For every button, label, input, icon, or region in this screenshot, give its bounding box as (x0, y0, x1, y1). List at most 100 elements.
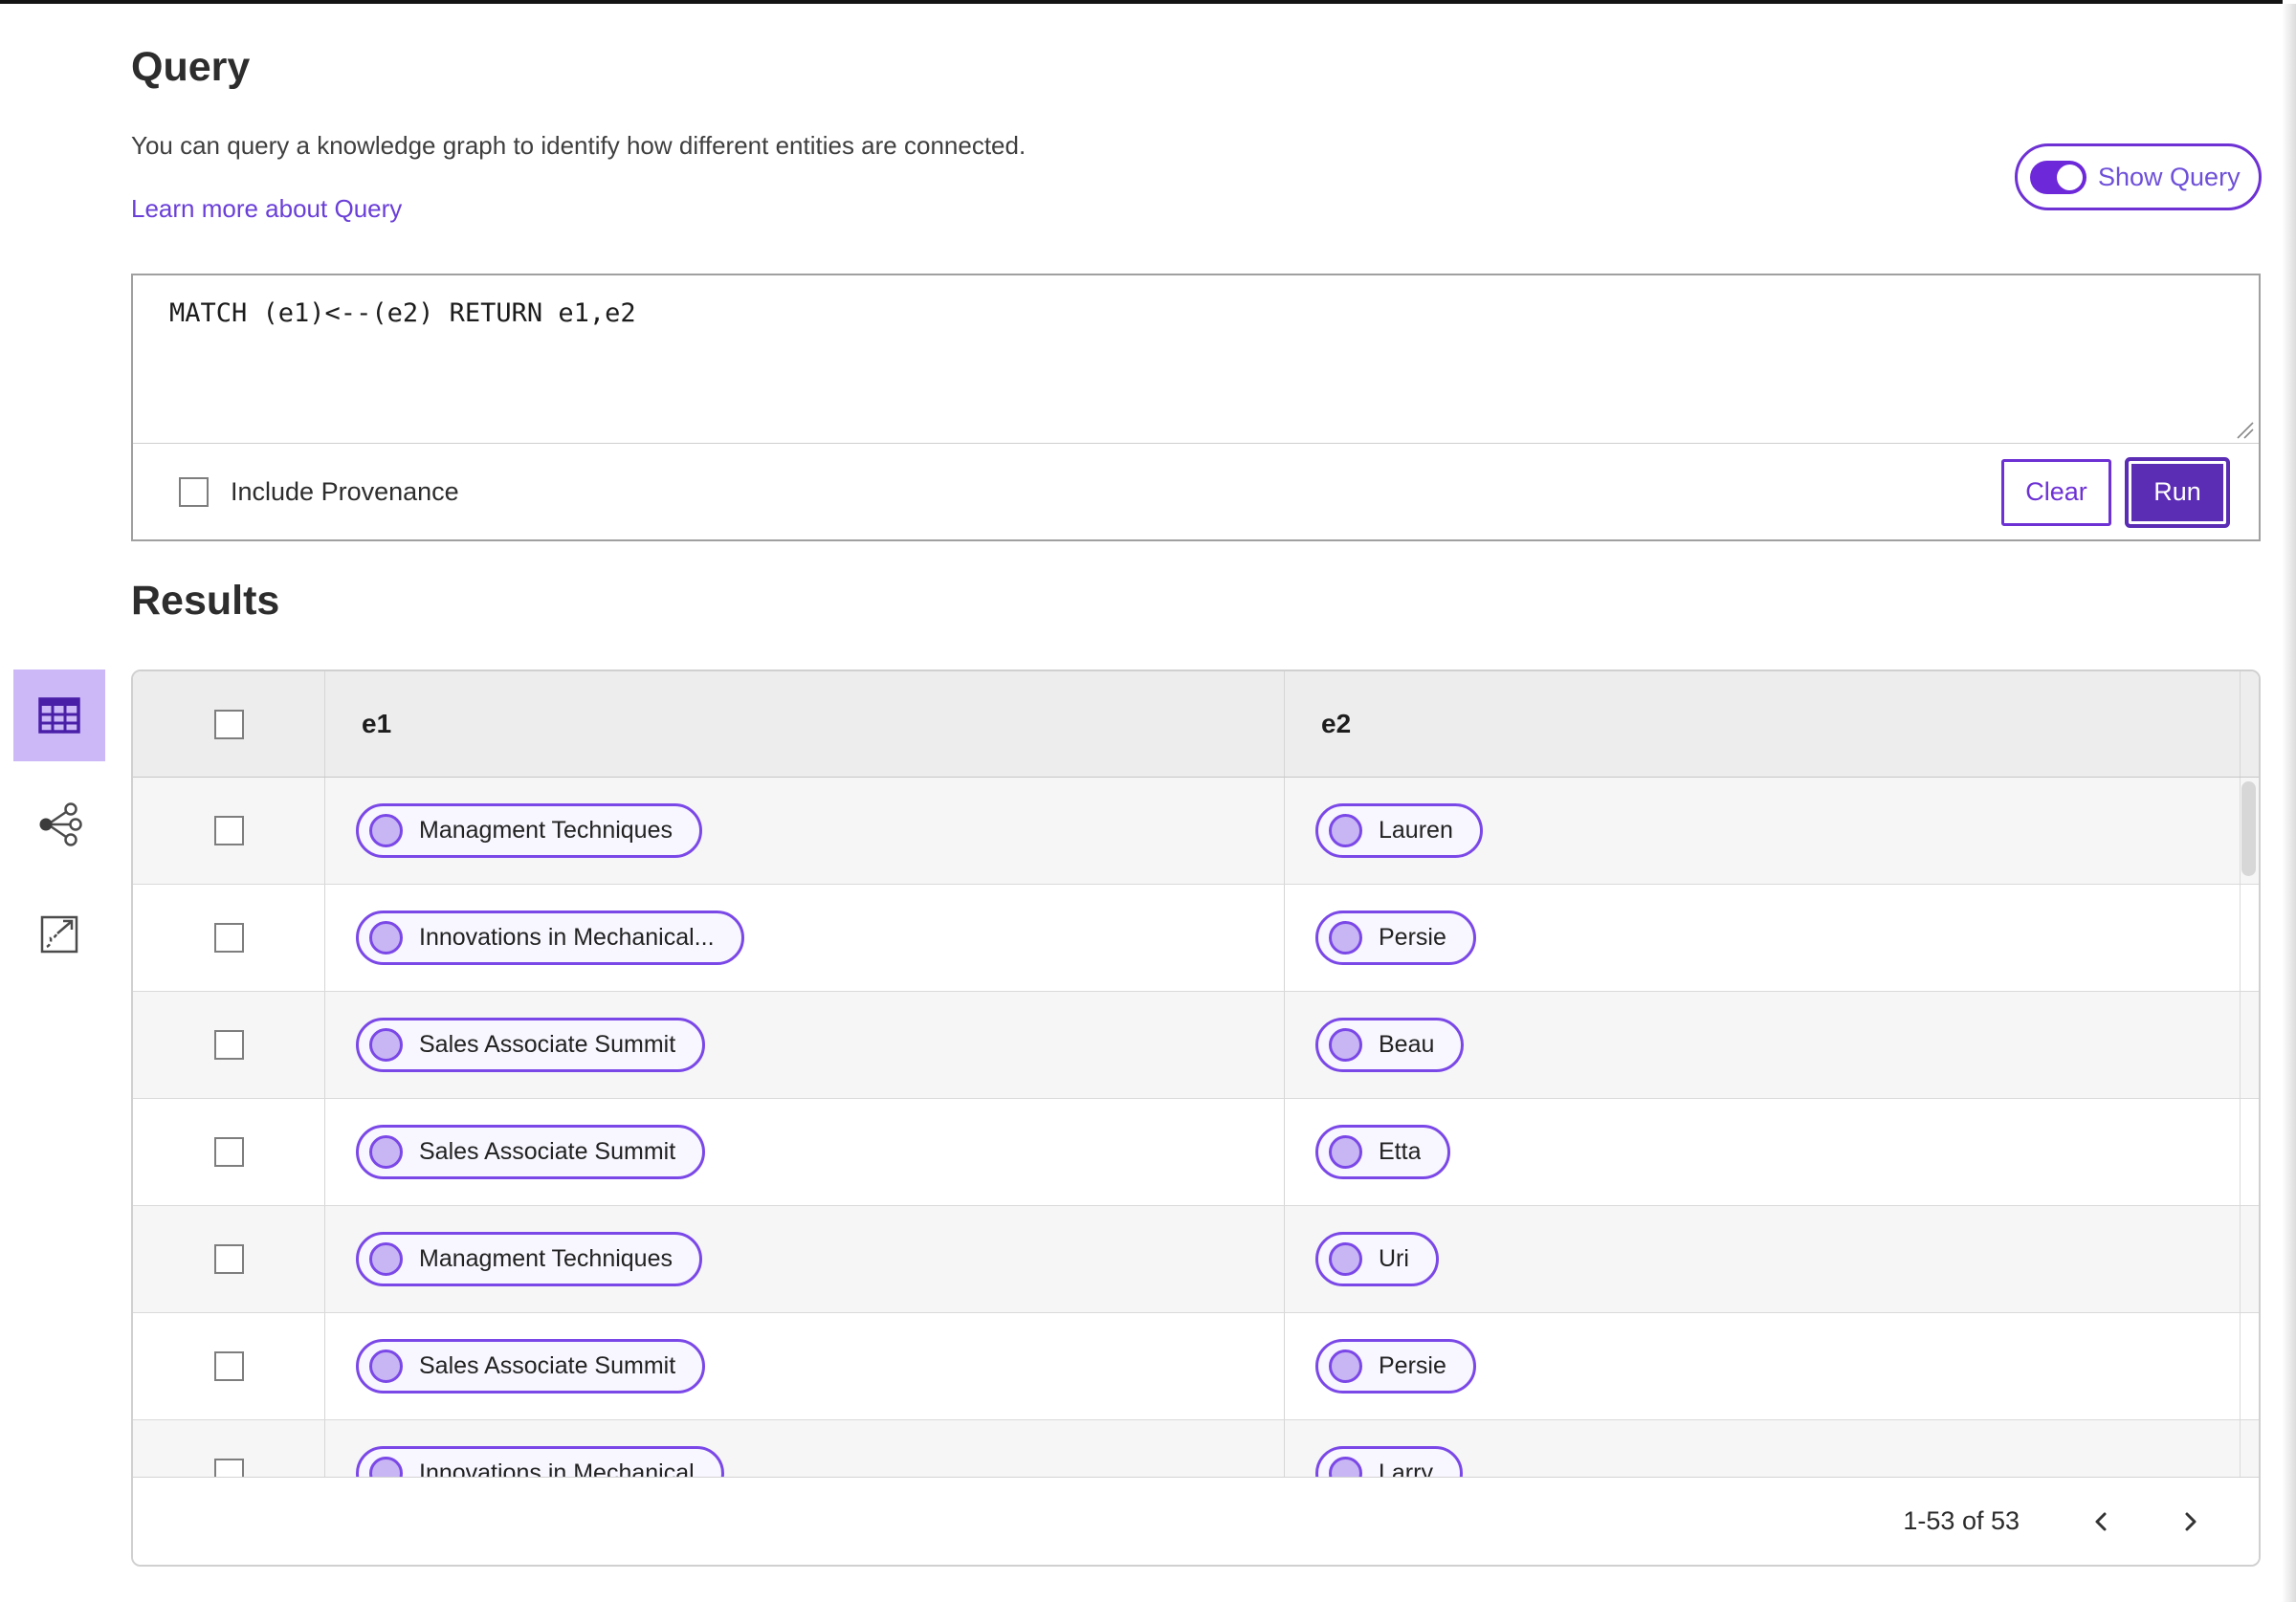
entity-dot-icon (369, 921, 403, 955)
chevron-left-icon (2095, 1512, 2107, 1530)
scrollbar-track[interactable] (2240, 1206, 2259, 1312)
query-text[interactable]: MATCH (e1)<--(e2) RETURN e1,e2 (169, 298, 636, 328)
entity-dot-icon (369, 1028, 403, 1062)
scrollbar-track[interactable] (2240, 1099, 2259, 1205)
column-header-e1: e1 (325, 671, 1285, 777)
entity-label: Sales Associate Summit (419, 1352, 676, 1379)
scrollbar-track-header (2240, 671, 2259, 777)
table-row: Sales Associate Summit Etta (133, 1099, 2259, 1206)
table-view-button[interactable] (13, 669, 105, 761)
table-row: Innovations in Mechanical Larry (133, 1420, 2259, 1479)
expand-view-icon (40, 915, 78, 954)
entity-dot-icon (1329, 1242, 1362, 1276)
entity-dot-icon (1329, 921, 1362, 955)
row-checkbox[interactable] (213, 1030, 244, 1060)
entity-label: Managment Techniques (419, 1245, 673, 1272)
expand-view-button[interactable] (13, 888, 105, 979)
entity-label: Etta (1379, 1138, 1422, 1165)
row-checkbox[interactable] (213, 923, 244, 953)
results-view-switch (13, 669, 105, 979)
entity-dot-icon (1329, 1135, 1362, 1169)
page-title: Query (131, 44, 251, 90)
query-page: Query You can query a knowledge graph to… (0, 0, 2296, 1602)
toggle-switch-icon[interactable] (2030, 160, 2086, 194)
entity-label: Lauren (1379, 817, 1453, 844)
entity-pill-e1[interactable]: Managment Techniques (356, 1232, 702, 1286)
entity-label: Beau (1379, 1031, 1435, 1058)
entity-label: Sales Associate Summit (419, 1031, 676, 1058)
entity-dot-icon (1329, 1028, 1362, 1062)
clear-button[interactable]: Clear (2001, 458, 2111, 526)
show-query-toggle[interactable]: Show Query (2015, 143, 2262, 210)
textarea-resize-handle[interactable] (2232, 417, 2255, 440)
row-checkbox[interactable] (213, 1137, 244, 1167)
entity-dot-icon (369, 814, 403, 847)
include-provenance-checkbox[interactable] (179, 477, 209, 507)
table-scrollbar-thumb[interactable] (2241, 781, 2256, 876)
row-checkbox[interactable] (213, 816, 244, 845)
entity-pill-e2[interactable]: Persie (1315, 1339, 1476, 1394)
entity-pill-e1[interactable]: Innovations in Mechanical... (356, 911, 744, 965)
table-header-row: e1 e2 (133, 671, 2259, 778)
entity-label: Persie (1379, 924, 1446, 951)
entity-label: Managment Techniques (419, 817, 673, 844)
scrollbar-track[interactable] (2240, 885, 2259, 991)
graph-view-button[interactable] (13, 779, 105, 870)
entity-dot-icon (369, 1135, 403, 1169)
entity-dot-icon (1329, 1350, 1362, 1383)
select-all-checkbox[interactable] (213, 709, 244, 739)
entity-label: Uri (1379, 1245, 1409, 1272)
table-rows-viewport: Managment Techniques Lauren Innovations … (133, 778, 2259, 1479)
run-button[interactable]: Run (2129, 460, 2226, 524)
results-title: Results (131, 578, 280, 624)
entity-pill-e2[interactable]: Persie (1315, 911, 1476, 965)
entity-label: Innovations in Mechanical... (419, 924, 715, 951)
toggle-knob (2057, 164, 2083, 190)
window-top-edge (0, 0, 2283, 4)
table-view-icon (38, 697, 80, 734)
entity-pill-e1[interactable]: Sales Associate Summit (356, 1125, 706, 1179)
entity-pill-e2[interactable]: Beau (1315, 1018, 1465, 1072)
pagination-bar: 1-53 of 53 (133, 1477, 2259, 1565)
entity-pill-e2[interactable]: Uri (1315, 1232, 1439, 1286)
row-checkbox[interactable] (213, 1459, 244, 1479)
entity-pill-e2[interactable]: Lauren (1315, 803, 1483, 858)
show-query-label: Show Query (2098, 162, 2241, 191)
entity-dot-icon (369, 1457, 403, 1479)
table-row: Innovations in Mechanical... Persie (133, 885, 2259, 992)
entity-pill-e1[interactable]: Sales Associate Summit (356, 1339, 706, 1394)
entity-label: Persie (1379, 1352, 1446, 1379)
row-checkbox[interactable] (213, 1351, 244, 1381)
entity-pill-e1[interactable]: Managment Techniques (356, 803, 702, 858)
results-table-container: e1 e2 Managment Techniques Lauren Innova… (131, 669, 2261, 1567)
entity-pill-e2[interactable]: Larry (1315, 1446, 1463, 1479)
entity-label: Sales Associate Summit (419, 1138, 676, 1165)
entity-pill-e1[interactable]: Sales Associate Summit (356, 1018, 706, 1072)
page-description: You can query a knowledge graph to ident… (131, 131, 1027, 160)
entity-dot-icon (1329, 1457, 1362, 1479)
entity-label: Innovations in Mechanical (419, 1459, 695, 1479)
entity-pill-e2[interactable]: Etta (1315, 1125, 1451, 1179)
previous-page-button[interactable] (2083, 1503, 2121, 1541)
query-editor[interactable]: MATCH (e1)<--(e2) RETURN e1,e2 (133, 275, 2259, 444)
scrollbar-track[interactable] (2240, 992, 2259, 1098)
table-row: Managment Techniques Uri (133, 1206, 2259, 1313)
table-row: Sales Associate Summit Persie (133, 1313, 2259, 1420)
entity-dot-icon (369, 1242, 403, 1276)
header-checkbox-cell (133, 671, 325, 777)
row-checkbox[interactable] (213, 1244, 244, 1274)
column-header-e2: e2 (1321, 709, 1352, 738)
table-row: Sales Associate Summit Beau (133, 992, 2259, 1099)
entity-pill-e1[interactable]: Innovations in Mechanical (356, 1446, 724, 1479)
entity-dot-icon (1329, 814, 1362, 847)
scrollbar-track[interactable] (2240, 1420, 2259, 1479)
learn-more-link[interactable]: Learn more about Query (131, 194, 402, 224)
pagination-range: 1-53 of 53 (1903, 1506, 2020, 1535)
query-panel: MATCH (e1)<--(e2) RETURN e1,e2 Include P… (131, 274, 2261, 541)
next-page-button[interactable] (2171, 1503, 2209, 1541)
include-provenance-label: Include Provenance (231, 477, 459, 506)
query-panel-footer: Include Provenance Clear Run (133, 444, 2259, 540)
scrollbar-track[interactable] (2240, 1313, 2259, 1419)
page-scrollbar-gutter[interactable] (2283, 4, 2296, 1602)
graph-view-icon (39, 802, 82, 846)
